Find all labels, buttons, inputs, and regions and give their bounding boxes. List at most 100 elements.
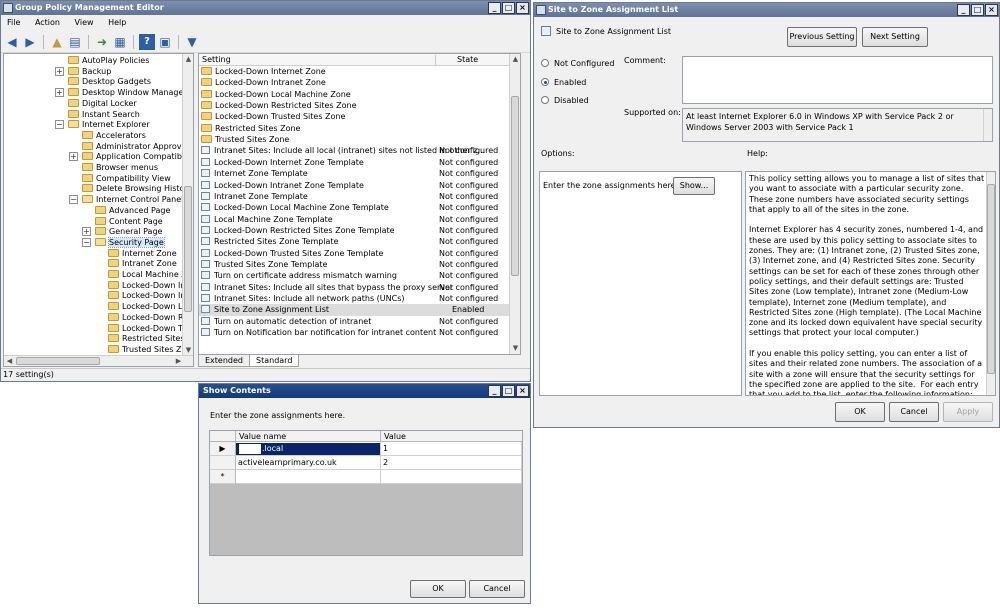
gpme-titlebar[interactable]: Group Policy Management Editor _ □ × — [1, 1, 530, 15]
tree-item[interactable]: Content Page — [95, 216, 163, 227]
close-button[interactable]: × — [985, 4, 998, 16]
menu-file[interactable]: File — [1, 15, 26, 27]
setting-row[interactable]: Turn on automatic detection of intranet N… — [199, 316, 511, 327]
new-row-marker[interactable]: * — [210, 470, 236, 484]
show-cancel-button[interactable]: Cancel — [469, 580, 525, 598]
setting-row[interactable]: Restricted Sites Zone Template Not config… — [199, 236, 511, 247]
show-button[interactable]: Show... — [673, 177, 715, 195]
setting-row[interactable]: Turn on certificate address mismatch war… — [199, 270, 511, 281]
setting-row[interactable]: Intranet Sites: Include all sites that b… — [199, 282, 511, 293]
help-scroll-thumb[interactable] — [987, 184, 995, 374]
settings-scroll-thumb[interactable] — [511, 96, 519, 276]
setting-row[interactable]: Locked-Down Intranet Zone Template Not co… — [199, 180, 511, 191]
cancel-button[interactable]: Cancel — [889, 402, 939, 422]
row-selector[interactable] — [210, 456, 236, 470]
grid-value-cell[interactable]: 2 — [381, 456, 522, 470]
setting-row[interactable]: Intranet Sites: Include all network path… — [199, 293, 511, 304]
setting-row[interactable]: Locked-Down Intranet Zone — [199, 77, 511, 88]
setting-row[interactable]: Site to Zone Assignment List Enabled — [199, 304, 511, 316]
policy-titlebar[interactable]: Site to Zone Assignment List _ □ × — [534, 3, 999, 17]
value-name-column-header[interactable]: Value name — [239, 431, 286, 442]
tree-item[interactable]: Internet Explorer — [68, 119, 150, 130]
radio-not-configured[interactable]: Not Configured — [541, 59, 614, 69]
grid-value-cell[interactable]: 1 — [381, 442, 522, 456]
tree-item[interactable]: Trusted Sites Zone — [108, 344, 184, 355]
collapse-icon[interactable]: − — [82, 237, 91, 247]
setting-row[interactable]: Locked-Down Local Machine Zone Template N… — [199, 202, 511, 213]
radio-disabled[interactable]: Disabled — [541, 96, 589, 106]
radio-not-configured-dot[interactable] — [541, 59, 549, 67]
setting-row[interactable]: Trusted Sites Zone Template Not configure… — [199, 259, 511, 270]
scroll-down-icon[interactable]: ▼ — [510, 343, 520, 354]
tree-item[interactable]: Administrator Approved Co — [82, 141, 184, 152]
expand-icon[interactable]: + — [82, 227, 91, 237]
maximize-button[interactable]: □ — [971, 4, 984, 16]
next-setting-button[interactable]: Next Setting — [862, 27, 928, 47]
tree-vertical-scrollbar[interactable]: ▲ ▼ — [182, 54, 193, 356]
tree-item[interactable]: Internet Zone — [108, 248, 177, 259]
minimize-button[interactable]: _ — [488, 385, 501, 397]
tree-item[interactable]: Digital Locker — [68, 98, 137, 109]
minimize-button[interactable]: _ — [957, 4, 970, 16]
tree-item[interactable]: Locked-Down Local — [108, 301, 184, 312]
show-ok-button[interactable]: OK — [410, 580, 466, 598]
tree-item[interactable]: Desktop Gadgets — [68, 76, 151, 87]
filter-icon[interactable]: ▼ — [184, 34, 200, 50]
tree-item[interactable]: Locked-Down Truste — [108, 323, 184, 334]
tree-item[interactable]: Desktop Window Manager — [68, 87, 184, 98]
radio-disabled-dot[interactable] — [541, 96, 549, 104]
tab-standard[interactable]: Standard — [249, 355, 300, 367]
setting-column-header[interactable]: Setting — [202, 54, 231, 66]
tree-item[interactable]: Backup — [68, 66, 111, 77]
tree-item[interactable]: Application Compatibility — [82, 151, 184, 162]
forward-arrow-icon[interactable]: ▶ — [22, 34, 38, 50]
collapse-icon[interactable]: − — [55, 120, 64, 130]
previous-setting-button[interactable]: Previous Setting — [787, 27, 857, 47]
close-button[interactable]: × — [516, 385, 529, 397]
expand-icon[interactable]: + — [69, 152, 78, 162]
maximize-button[interactable]: □ — [502, 2, 515, 14]
collapse-icon[interactable]: − — [69, 195, 78, 205]
menu-action[interactable]: Action — [29, 15, 66, 27]
scroll-up-icon[interactable]: ▲ — [183, 54, 193, 65]
tree-item[interactable]: AutoPlay Policies — [68, 55, 149, 66]
tree-item[interactable]: Local Machine Zone — [108, 269, 184, 280]
tree-horizontal-scrollbar[interactable]: ◀ ▶ — [4, 355, 193, 366]
radio-enabled[interactable]: Enabled — [541, 78, 586, 88]
tree-item[interactable]: Security Page — [95, 236, 165, 248]
show-hide-tree-icon[interactable]: ▤ — [67, 34, 83, 50]
setting-row[interactable]: Locked-Down Internet Zone — [199, 66, 511, 77]
minimize-button[interactable]: _ — [488, 2, 501, 14]
radio-enabled-dot[interactable] — [541, 78, 549, 86]
setting-row[interactable]: Intranet Zone Template Not configured — [199, 191, 511, 202]
setting-row[interactable]: Restricted Sites Zone — [199, 123, 511, 134]
setting-row[interactable]: Locked-Down Internet Zone Template Not co… — [199, 157, 511, 168]
expand-icon[interactable]: + — [55, 88, 64, 98]
tree-hscroll-thumb[interactable] — [16, 357, 100, 365]
menu-view[interactable]: View — [69, 15, 100, 27]
setting-row[interactable]: Turn on Notification bar notification fo… — [199, 327, 511, 338]
setting-row[interactable]: Locked-Down Trusted Sites Zone — [199, 111, 511, 122]
tree-item[interactable]: Delete Browsing History — [82, 183, 184, 194]
setting-row[interactable]: Locked-Down Local Machine Zone — [199, 89, 511, 100]
tree-item[interactable]: Locked-Down Restri — [108, 312, 184, 323]
tree-scroll-thumb[interactable] — [184, 186, 192, 312]
tree-item[interactable]: Instant Search — [68, 109, 140, 120]
tree-item[interactable]: Browser menus — [82, 162, 158, 173]
expand-icon[interactable]: + — [55, 66, 64, 76]
grid-new-value-cell[interactable] — [381, 470, 522, 484]
tree-item[interactable]: Compatibility View — [82, 173, 171, 184]
show-contents-titlebar[interactable]: Show Contents _ □ × — [199, 384, 530, 398]
scroll-up-icon[interactable]: ▲ — [510, 54, 520, 65]
scroll-left-icon[interactable]: ◀ — [4, 356, 15, 366]
setting-row[interactable]: Local Machine Zone Template Not configure… — [199, 214, 511, 225]
menu-help[interactable]: Help — [102, 15, 132, 27]
grid-value-name-cell[interactable]: .local — [236, 442, 381, 456]
close-button[interactable]: × — [516, 2, 529, 14]
tree-item[interactable]: Locked-Down Intern — [108, 280, 184, 291]
tree-item[interactable]: Advanced Page — [95, 205, 170, 216]
setting-row[interactable]: Internet Zone Template Not configured — [199, 168, 511, 179]
export-list-icon[interactable]: ➜ — [94, 34, 110, 50]
maximize-button[interactable]: □ — [502, 385, 515, 397]
setting-row[interactable]: Locked-Down Restricted Sites Zone Templa… — [199, 225, 511, 236]
